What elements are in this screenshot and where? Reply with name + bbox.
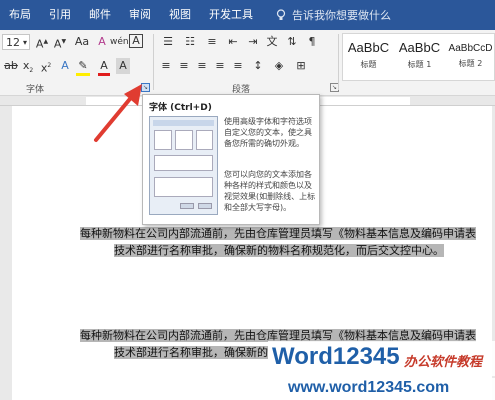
- font-color-button[interactable]: A: [96, 58, 112, 76]
- justify-button[interactable]: ≡: [212, 58, 228, 74]
- style-heading-2[interactable]: AaBbCcD 标题 2: [445, 34, 495, 82]
- phonetic-guide-button[interactable]: wén: [110, 34, 129, 50]
- selected-text: 技术部进行名称审批，确保新的物料名称规范化，而后交文控中心。: [114, 244, 444, 257]
- tab-developer[interactable]: 开发工具: [200, 0, 262, 30]
- sort-button[interactable]: ⇅: [284, 34, 300, 50]
- group-separator: [153, 34, 154, 90]
- lightbulb-icon: [276, 9, 286, 20]
- style-heading[interactable]: AaBbC 标题: [343, 34, 394, 82]
- decrease-indent-button[interactable]: ⇤: [224, 34, 242, 50]
- highlight-color-button[interactable]: ✎: [74, 58, 92, 76]
- styles-gallery: AaBbC 标题 AaBbC 标题 1 AaBbCcD 标题 2: [342, 33, 495, 81]
- font-tooltip: 字体 (Ctrl+D) 使用高级字体和字符选项自定义您的文本，使之具备您所需的确…: [142, 94, 320, 225]
- show-marks-button[interactable]: ¶: [304, 34, 320, 50]
- highlighter-icon: ✎: [78, 59, 88, 72]
- style-name: 标题: [360, 60, 377, 69]
- align-right-button[interactable]: ≡: [194, 58, 210, 74]
- tooltip-detail: 您可以向您的文本添加各种各样的样式和颜色以及视觉效果(如删除线、上标和全部大写字…: [224, 170, 316, 212]
- tooltip-title: 字体 (Ctrl+D): [149, 103, 212, 113]
- style-sample: AaBbCcD: [448, 43, 493, 54]
- numbering-button[interactable]: ☷: [180, 34, 200, 50]
- chevron-down-icon: ▾: [22, 38, 27, 47]
- superscript-button[interactable]: x2: [38, 58, 54, 77]
- font-size-dropdown[interactable]: 12 ▾: [2, 34, 30, 50]
- asian-layout-button[interactable]: 文: [264, 34, 280, 50]
- align-left-button[interactable]: ≡: [158, 58, 174, 74]
- selected-text: 技术部进行名称审批，确保新的: [114, 346, 268, 359]
- selected-text: 每种新物料在公司内部流通前，先由仓库管理员填写《物料基本信息及编码申请表: [80, 227, 476, 240]
- group-separator: [338, 34, 339, 90]
- char-border-button[interactable]: A: [129, 34, 143, 48]
- shrink-font-button[interactable]: A▼: [52, 34, 68, 53]
- bullets-button[interactable]: ☰: [158, 34, 178, 50]
- watermark-url: www.word12345.com: [288, 379, 450, 396]
- style-name: 标题 2: [458, 59, 483, 68]
- paragraph-2-line-2[interactable]: 技术部进行名称审批，确保新的: [114, 343, 268, 362]
- style-sample: AaBbC: [347, 40, 390, 55]
- char-shading-button[interactable]: A: [116, 58, 130, 74]
- tooltip-description: 使用高级字体和字符选项自定义您的文本，使之具备您所需的确切外观。: [224, 117, 312, 148]
- tab-references[interactable]: 引用: [40, 0, 80, 30]
- watermark-tagline: 办公软件教程: [404, 355, 483, 370]
- tell-me-box[interactable]: 告诉我你想要做什么: [276, 7, 391, 23]
- tab-layout[interactable]: 布局: [0, 0, 40, 30]
- font-group-label: 字体: [26, 85, 45, 95]
- font-size-value: 12: [6, 36, 20, 49]
- font-dialog-thumbnail: [149, 116, 218, 215]
- shading-button[interactable]: ◈: [270, 58, 288, 74]
- watermark: Word12345 办公软件教程 www.word12345.com: [268, 341, 495, 400]
- line-spacing-button[interactable]: ↕: [250, 58, 266, 74]
- borders-button[interactable]: ⊞: [292, 58, 310, 74]
- tab-mailings[interactable]: 邮件: [80, 0, 120, 30]
- tell-me-label: 告诉我你想要做什么: [292, 9, 391, 22]
- clear-format-button[interactable]: A: [94, 34, 110, 50]
- style-heading-1[interactable]: AaBbC 标题 1: [394, 34, 445, 82]
- change-case-button[interactable]: Aa: [72, 34, 92, 50]
- align-center-button[interactable]: ≡: [176, 58, 192, 74]
- paragraph-1-line-2[interactable]: 技术部进行名称审批，确保新的物料名称规范化，而后交文控中心。: [114, 241, 444, 260]
- distribute-button[interactable]: ≡: [230, 58, 246, 74]
- multilevel-list-button[interactable]: ≡: [202, 34, 222, 50]
- strikethrough-button[interactable]: ab: [4, 58, 18, 74]
- ribbon-tab-bar: 布局 引用 邮件 审阅 视图 开发工具 告诉我你想要做什么: [0, 0, 495, 30]
- style-name: 标题 1: [407, 60, 432, 69]
- text-effects-button[interactable]: A: [58, 58, 72, 74]
- tab-view[interactable]: 视图: [160, 0, 200, 30]
- subscript-button[interactable]: x2: [20, 58, 36, 79]
- style-sample: AaBbC: [398, 40, 441, 55]
- grow-font-button[interactable]: A▲: [34, 34, 50, 53]
- tab-review[interactable]: 审阅: [120, 0, 160, 30]
- red-arrow-annotation: [94, 84, 142, 142]
- watermark-brand: Word12345: [272, 343, 400, 370]
- increase-indent-button[interactable]: ⇥: [244, 34, 262, 50]
- ribbon-home: 12 ▾ A▲ A▼ Aa A wén A ab x2 x2 A ✎ A A 字…: [0, 30, 495, 96]
